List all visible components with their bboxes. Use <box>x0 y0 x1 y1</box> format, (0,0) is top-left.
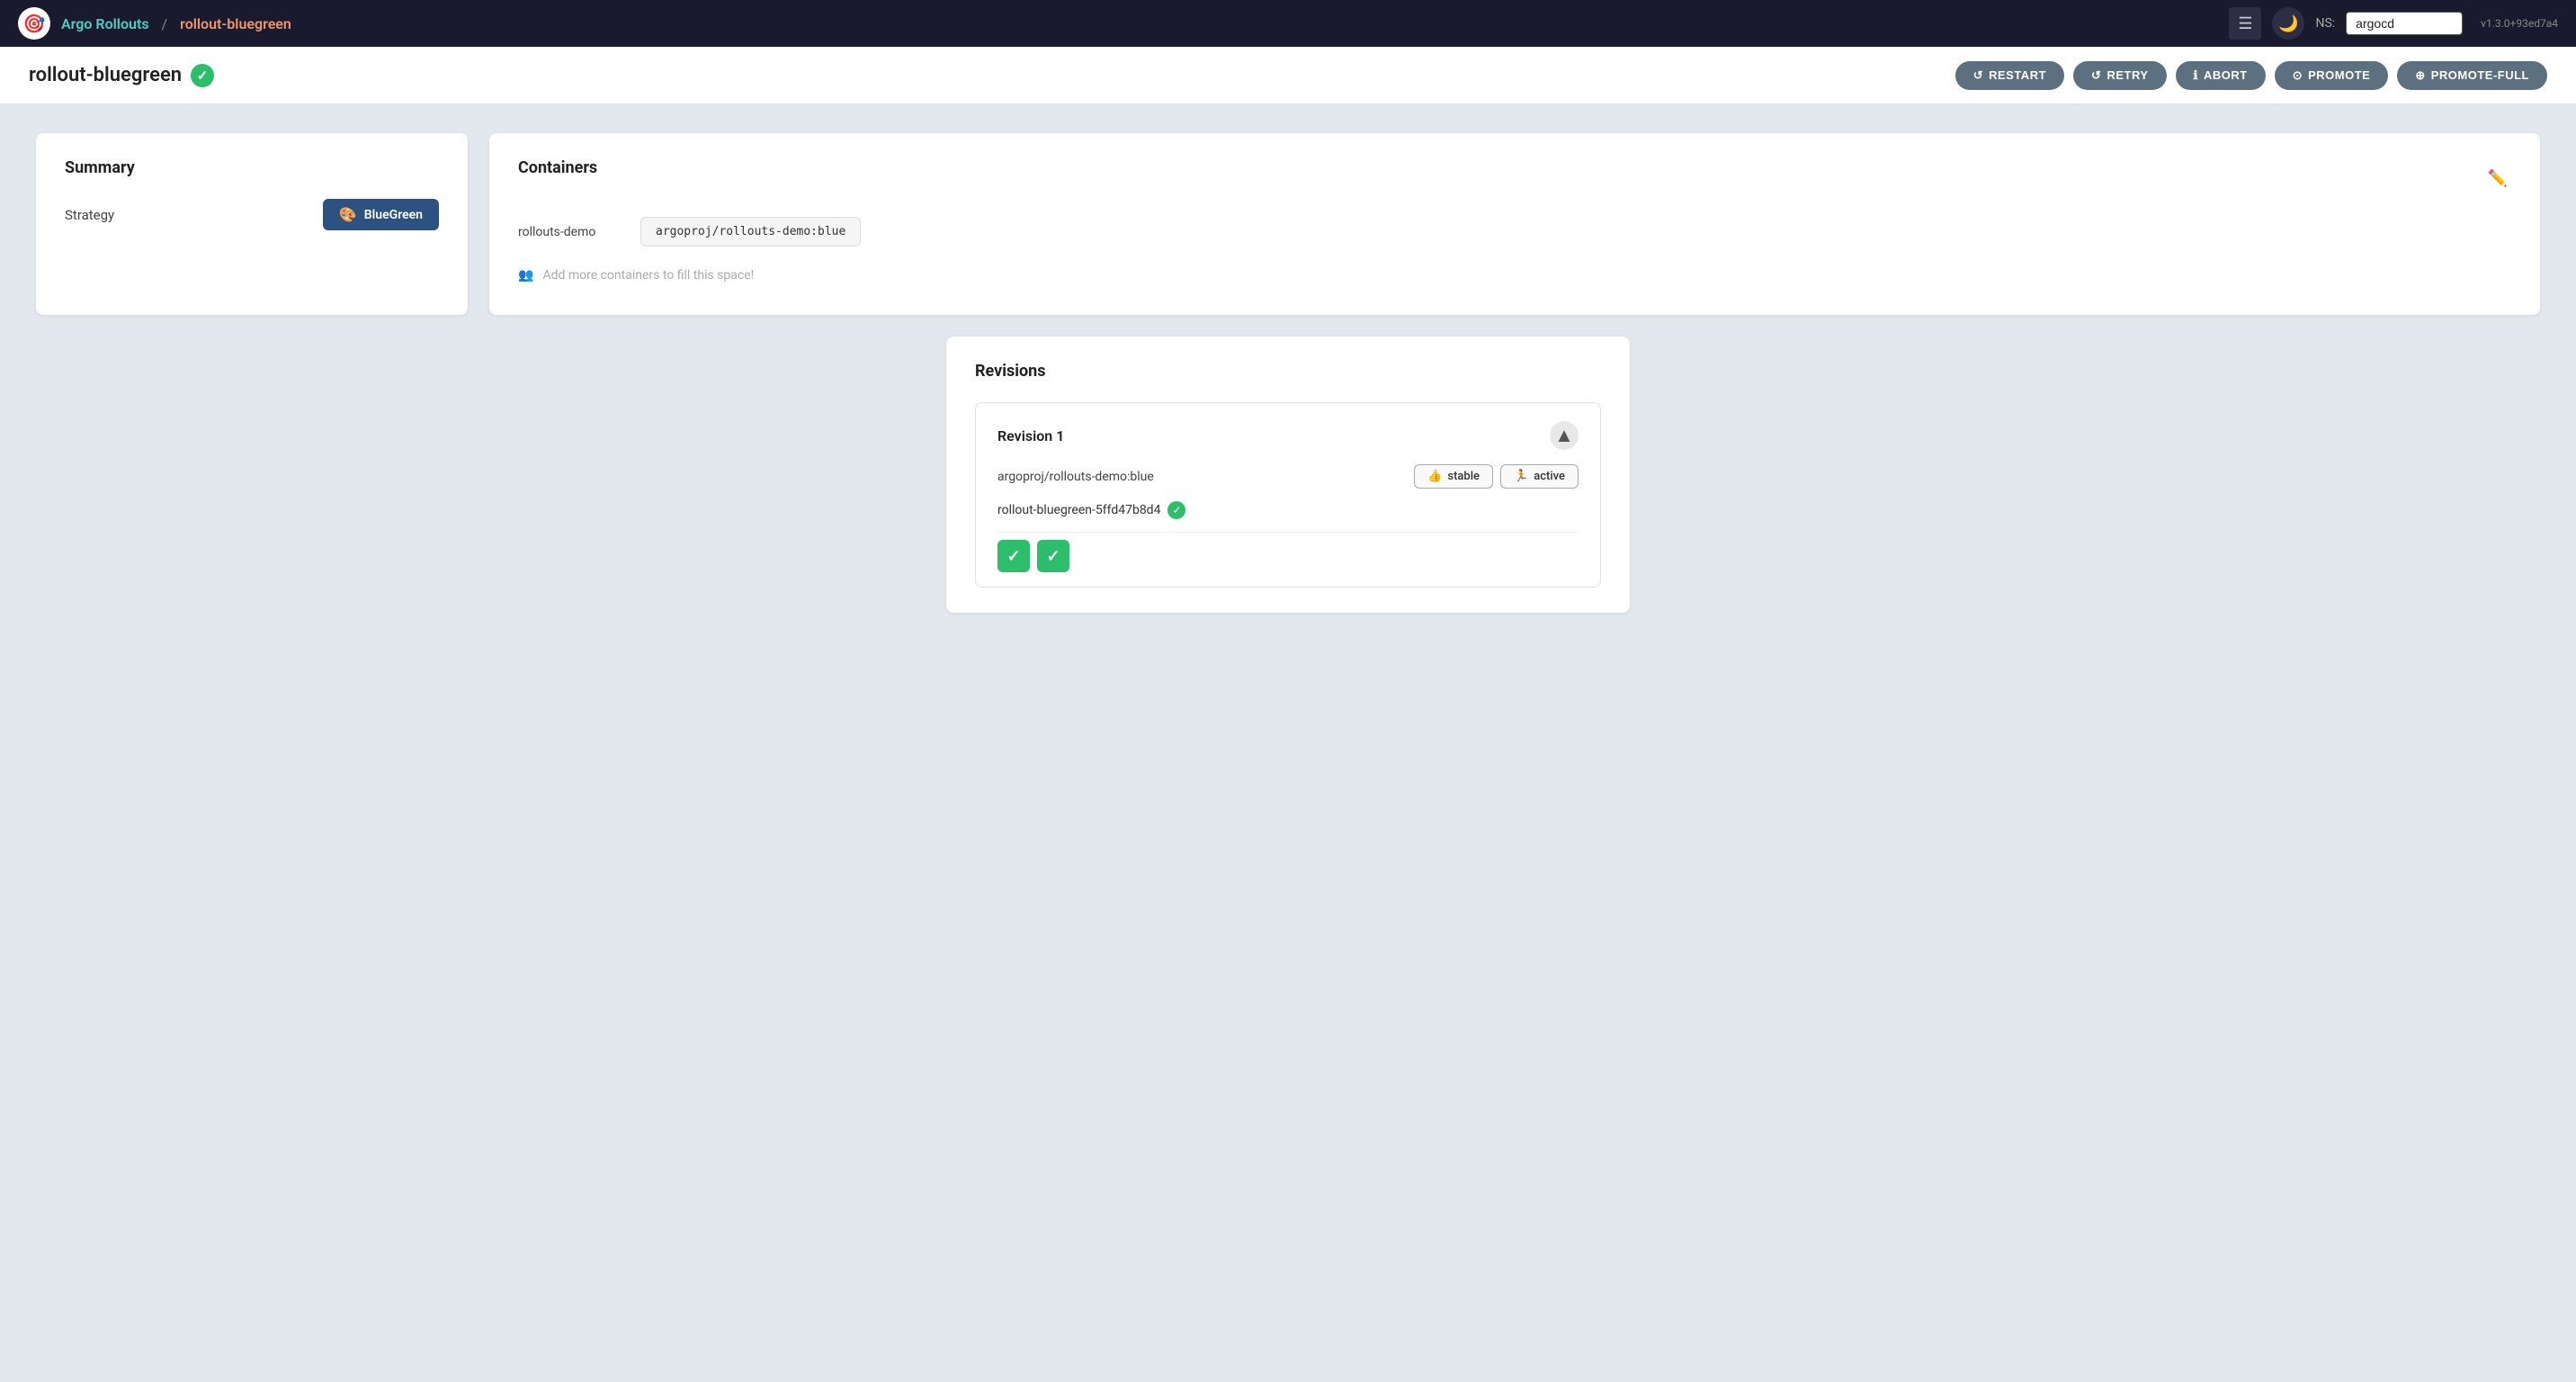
abort-icon: ℹ <box>2194 68 2198 83</box>
version-label: v1.3.0+93ed7a4 <box>2481 17 2558 30</box>
dark-mode-button[interactable]: 🌙 <box>2272 7 2304 40</box>
ns-label: NS: <box>2315 16 2335 31</box>
containers-placeholder-text: Add more containers to fill this space! <box>542 268 754 283</box>
summary-title: Summary <box>65 158 439 177</box>
main-content: Summary Strategy 🎨 BlueGreen Containers … <box>0 104 2576 642</box>
promote-full-button[interactable]: ⊕ PROMOTE-FULL <box>2397 61 2547 90</box>
restart-label: RESTART <box>1989 68 2046 82</box>
strategy-value: BlueGreen <box>364 208 423 222</box>
containers-header: Containers ✏️ <box>518 158 2511 199</box>
stable-label: stable <box>1447 470 1480 483</box>
containers-title: Containers <box>518 158 597 177</box>
stable-icon: 👍 <box>1427 470 1442 483</box>
top-cards-row: Summary Strategy 🎨 BlueGreen Containers … <box>36 133 2540 315</box>
pod-check-2: ✓ <box>1037 540 1069 572</box>
header-separator: / <box>162 15 168 32</box>
revision-title: Revision 1 <box>997 427 1064 444</box>
edit-containers-button[interactable]: ✏️ <box>2484 166 2511 192</box>
strategy-label: Strategy <box>65 207 114 223</box>
restart-button[interactable]: ↺ RESTART <box>1955 61 2064 90</box>
pod-check-1: ✓ <box>997 540 1030 572</box>
pod-checks: ✓ ✓ <box>997 532 1579 572</box>
promote-label: PROMOTE <box>2308 68 2370 82</box>
summary-card: Summary Strategy 🎨 BlueGreen <box>36 133 468 315</box>
revision-replicaset-row: rollout-bluegreen-5ffd47b8d4 ✓ <box>997 501 1579 519</box>
promote-full-label: PROMOTE-FULL <box>2431 68 2529 82</box>
stable-badge: 👍 stable <box>1414 464 1493 489</box>
palette-icon: 🎨 <box>339 206 357 223</box>
namespace-input[interactable] <box>2346 12 2463 35</box>
replicaset-status-icon: ✓ <box>1167 501 1185 519</box>
strategy-badge: 🎨 BlueGreen <box>323 199 439 230</box>
promote-icon: ⊙ <box>2293 68 2303 83</box>
promote-full-icon: ⊕ <box>2415 68 2425 83</box>
container-row: rollouts-demo argoproj/rollouts-demo:blu… <box>518 217 2511 247</box>
revisions-card: Revisions Revision 1 ▲ argoproj/rollouts… <box>946 337 1630 613</box>
containers-placeholder-icon: 👥 <box>518 268 533 283</box>
revisions-title: Revisions <box>975 362 1601 381</box>
container-name: rollouts-demo <box>518 225 626 239</box>
container-image: argoproj/rollouts-demo:blue <box>640 217 861 247</box>
abort-button[interactable]: ℹ ABORT <box>2176 61 2266 90</box>
revision-image-row: argoproj/rollouts-demo:blue 👍 stable 🏃 a… <box>997 464 1579 489</box>
replicaset-name: rollout-bluegreen-5ffd47b8d4 <box>997 503 1160 517</box>
app-logo: 🎯 <box>18 7 50 40</box>
revision-header: Revision 1 ▲ <box>997 421 1579 450</box>
active-label: active <box>1534 470 1565 483</box>
app-header: 🎯 Argo Rollouts / rollout-bluegreen ☰ 🌙 … <box>0 0 2576 47</box>
status-check-icon: ✓ <box>191 64 214 87</box>
promote-button[interactable]: ⊙ PROMOTE <box>2275 61 2389 90</box>
page-title: rollout-bluegreen ✓ <box>29 64 214 87</box>
revision-collapse-button[interactable]: ▲ <box>1550 421 1579 450</box>
app-name-link[interactable]: Argo Rollouts <box>61 15 149 32</box>
menu-icon-button[interactable]: ☰ <box>2229 7 2261 40</box>
add-containers-placeholder: 👥 Add more containers to fill this space… <box>518 261 2511 290</box>
header-rollout-name: rollout-bluegreen <box>180 15 291 32</box>
containers-card: Containers ✏️ rollouts-demo argoproj/rol… <box>489 133 2540 315</box>
revision-item: Revision 1 ▲ argoproj/rollouts-demo:blue… <box>975 402 1601 588</box>
active-badge: 🏃 active <box>1500 464 1579 489</box>
action-buttons: ↺ RESTART ↺ RETRY ℹ ABORT ⊙ PROMOTE ⊕ PR… <box>1955 61 2547 90</box>
summary-strategy-row: Strategy 🎨 BlueGreen <box>65 199 439 230</box>
abort-label: ABORT <box>2204 68 2248 82</box>
rollout-name-title: rollout-bluegreen <box>29 64 182 86</box>
retry-label: RETRY <box>2106 68 2148 82</box>
restart-icon: ↺ <box>1973 68 1983 83</box>
revision-badges: 👍 stable 🏃 active <box>1414 464 1579 489</box>
active-icon: 🏃 <box>1514 470 1528 483</box>
subheader: rollout-bluegreen ✓ ↺ RESTART ↺ RETRY ℹ … <box>0 47 2576 104</box>
retry-icon: ↺ <box>2091 68 2101 83</box>
retry-button[interactable]: ↺ RETRY <box>2073 61 2166 90</box>
revision-image: argoproj/rollouts-demo:blue <box>997 470 1154 484</box>
